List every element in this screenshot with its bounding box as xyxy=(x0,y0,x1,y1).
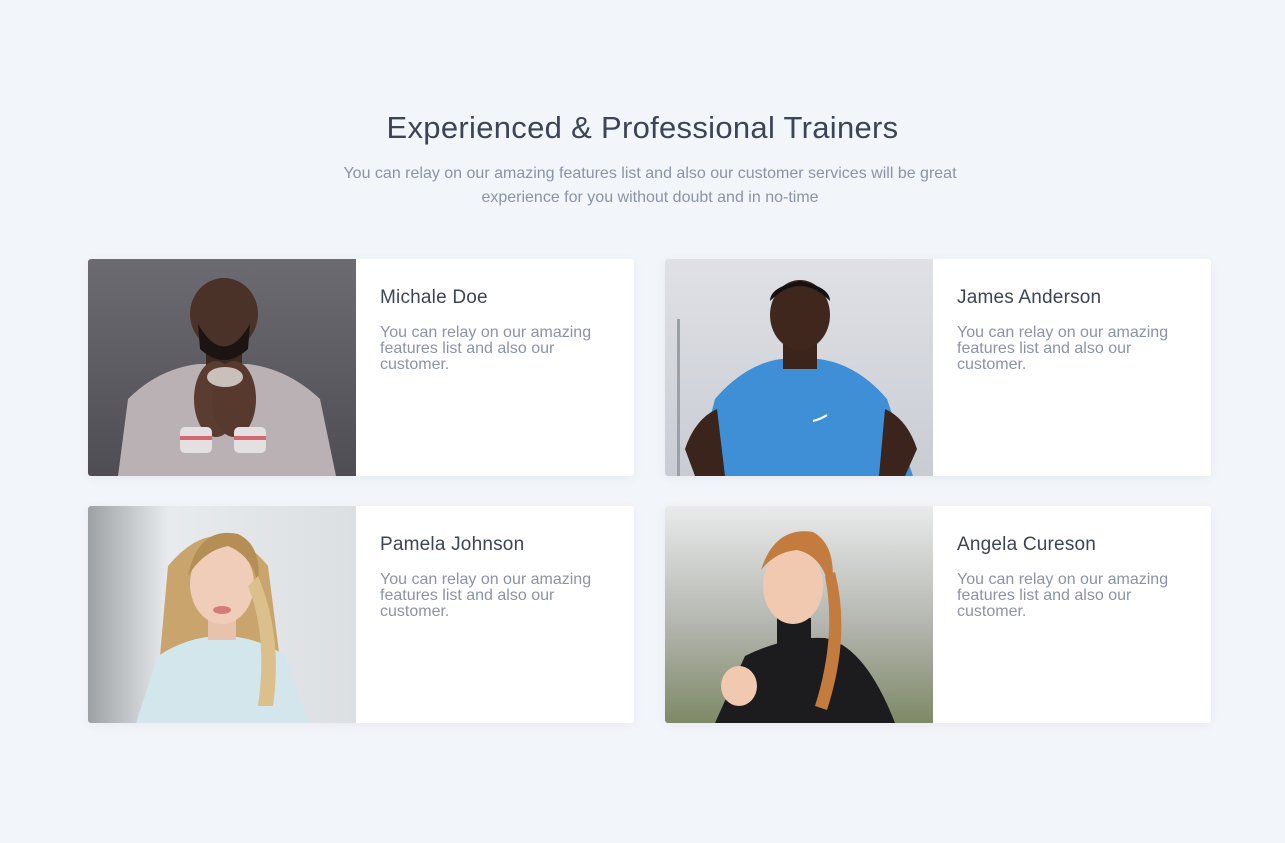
trainer-name: Angela Cureson xyxy=(957,534,1097,555)
trainers-section: Experienced & Professional Trainers You … xyxy=(0,0,1285,843)
trainer-card[interactable]: Pamela Johnson You can relay on our amaz… xyxy=(88,506,634,723)
trainer-name: James Anderson xyxy=(957,287,1102,308)
trainer-card[interactable]: Michale Doe You can relay on our amazing… xyxy=(88,259,634,476)
trainer-photo xyxy=(88,259,356,476)
trainer-description: You can relay on our amazing features li… xyxy=(380,571,592,620)
trainer-photo-image xyxy=(665,259,933,476)
trainer-photo-image xyxy=(88,259,356,476)
trainer-photo-image xyxy=(665,506,933,723)
trainer-photo xyxy=(665,259,933,476)
trainer-photo xyxy=(88,506,356,723)
trainer-photo-image xyxy=(88,506,356,723)
section-subtitle: You can relay on our amazing features li… xyxy=(343,165,957,206)
trainer-card[interactable]: Angela Cureson You can relay on our amaz… xyxy=(665,506,1211,723)
trainer-card[interactable]: James Anderson You can relay on our amaz… xyxy=(665,259,1211,476)
trainer-description: You can relay on our amazing features li… xyxy=(380,324,592,373)
trainer-photo xyxy=(665,506,933,723)
trainer-name: Michale Doe xyxy=(380,287,488,308)
trainer-description: You can relay on our amazing features li… xyxy=(957,571,1169,620)
section-title: Experienced & Professional Trainers xyxy=(386,110,899,145)
trainer-description: You can relay on our amazing features li… xyxy=(957,324,1169,373)
trainer-name: Pamela Johnson xyxy=(380,534,525,555)
